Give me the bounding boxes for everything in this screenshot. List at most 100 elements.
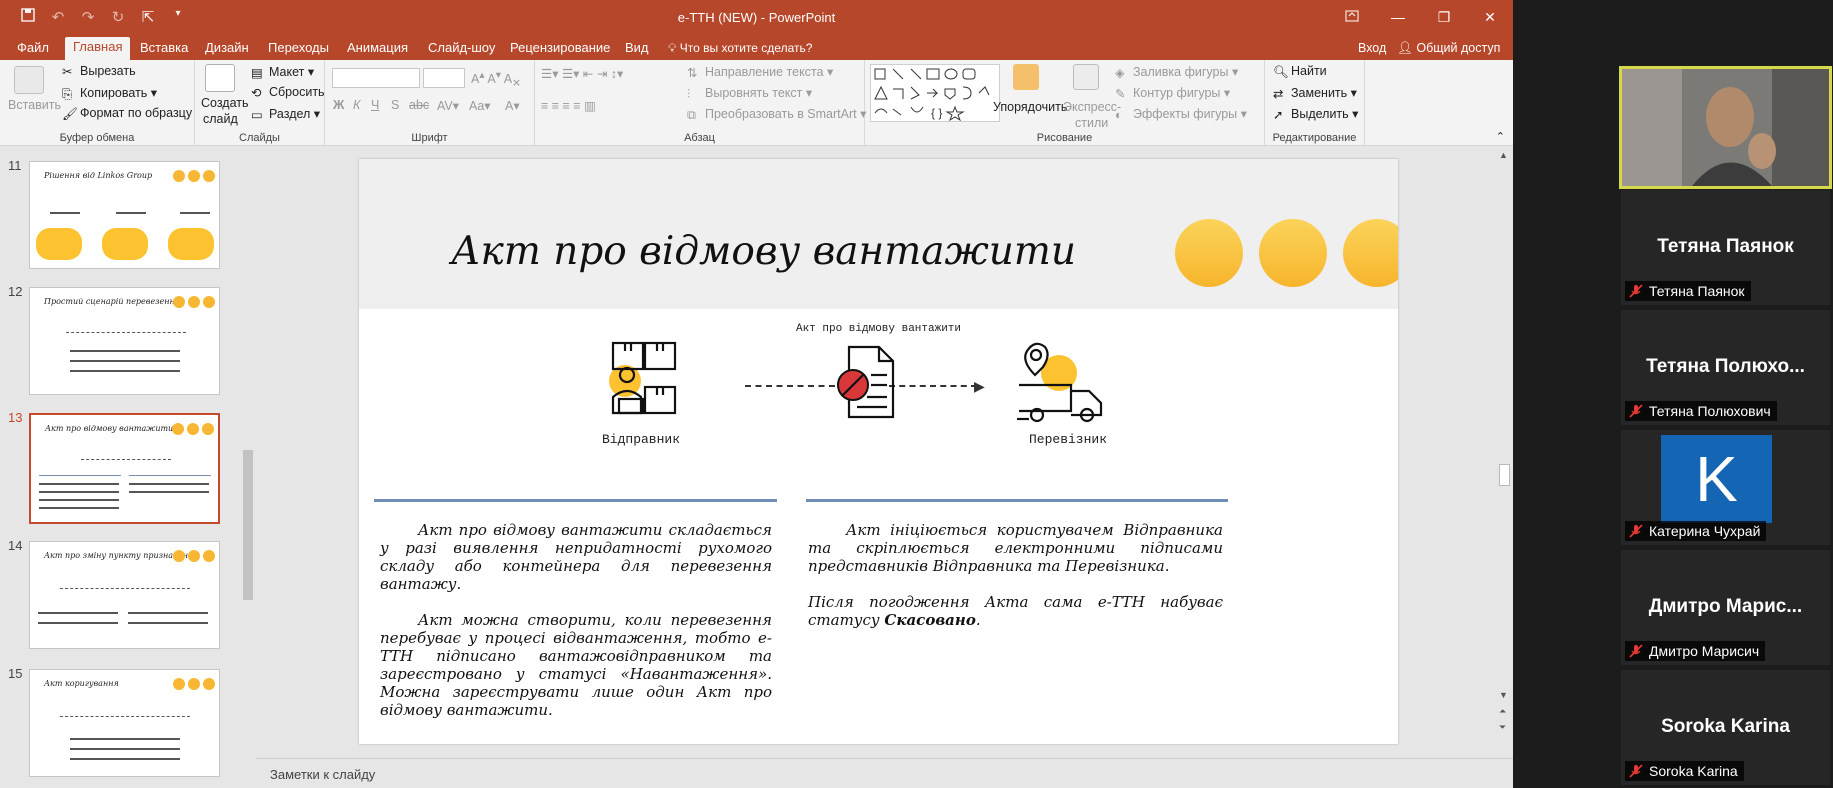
arrange-icon[interactable] bbox=[1013, 64, 1039, 90]
scroll-up-icon[interactable]: ▲ bbox=[1499, 150, 1508, 160]
shadow-icon[interactable]: S bbox=[391, 98, 399, 112]
paragraph-label: Абзац bbox=[684, 132, 715, 144]
right-text-box[interactable]: Акт ініціюється користувачем Відправника… bbox=[808, 521, 1223, 647]
shapes-gallery[interactable]: { } bbox=[870, 64, 1000, 122]
window-controls: — ❐ ✕ bbox=[1329, 0, 1513, 34]
tell-me-box[interactable]: 💡︎ Что вы хотите сделать? bbox=[668, 41, 812, 56]
thumb-title: Рішення від Linkos Group bbox=[44, 171, 153, 180]
shape-effects-button[interactable]: ◐ Эффекты фигуры ▾ bbox=[1115, 106, 1247, 122]
tab-file[interactable]: Файл bbox=[9, 38, 57, 60]
scroll-down-icon[interactable]: ▼ bbox=[1499, 690, 1508, 700]
find-button[interactable]: 🔍︎ Найти bbox=[1273, 64, 1327, 79]
reset-button[interactable]: ⟲ Сбросить bbox=[251, 85, 325, 100]
copy-button[interactable]: ⎘ Копировать ▾ bbox=[62, 85, 157, 101]
bold-icon[interactable]: Ж bbox=[333, 98, 344, 112]
replace-button[interactable]: ⇄ Заменить ▾ bbox=[1273, 85, 1357, 101]
thumbnail-slide-14[interactable]: Акт про зміну пункту призначення bbox=[29, 541, 220, 649]
signin-link[interactable]: Вход bbox=[1358, 41, 1386, 55]
close-icon[interactable]: ✕ bbox=[1467, 0, 1513, 34]
editor-scrollbar[interactable]: ▲ ▼ ⏶ ⏷ bbox=[1496, 146, 1513, 758]
sender-boxes-icon bbox=[605, 341, 685, 421]
participant-tile[interactable]: K Катерина Чухрай bbox=[1621, 430, 1830, 545]
section-button[interactable]: ▭ Раздел ▾ bbox=[251, 106, 320, 122]
thumbnail-slide-13[interactable]: Акт про відмову вантажити bbox=[29, 413, 220, 524]
format-painter-button[interactable]: 🖌︎ Формат по образцу bbox=[62, 106, 192, 121]
thumbnail-scroll-thumb[interactable] bbox=[243, 450, 253, 600]
participant-tile[interactable]: Тетяна Полюхо... Тетяна Полюхович bbox=[1621, 310, 1830, 425]
current-slide[interactable]: Акт про відмову вантажити Акт про відмов… bbox=[359, 159, 1398, 744]
new-slide-dropdown[interactable]: слайд bbox=[203, 112, 238, 126]
muted-mic-icon bbox=[1629, 403, 1643, 418]
shape-fill-button[interactable]: ◈ Заливка фигуры ▾ bbox=[1115, 64, 1238, 80]
paste-icon[interactable] bbox=[14, 66, 44, 94]
connector-line bbox=[745, 385, 835, 387]
align-icons[interactable]: ≡ ≡ ≡ ≡ ▥ bbox=[541, 98, 596, 113]
font-family-select[interactable] bbox=[332, 68, 420, 88]
thumb-number: 11 bbox=[8, 158, 22, 173]
quick-styles-button[interactable]: Экспресс- bbox=[1063, 100, 1121, 114]
prev-slide-icon[interactable]: ⏶ bbox=[1499, 706, 1506, 717]
participant-tile-name: Тетяна Паянок bbox=[1657, 236, 1794, 257]
thumbnail-slide-15[interactable]: Акт коригування bbox=[29, 669, 220, 777]
layout-button[interactable]: ▤ Макет ▾ bbox=[251, 64, 314, 80]
tab-transitions[interactable]: Переходы bbox=[260, 38, 337, 60]
share-button[interactable]: 👤︎ Общий доступ bbox=[1397, 41, 1500, 56]
new-slide-button[interactable]: Создать bbox=[201, 96, 249, 110]
tab-slideshow[interactable]: Слайд-шоу bbox=[420, 38, 503, 60]
next-slide-icon[interactable]: ⏷ bbox=[1499, 722, 1506, 733]
font-grow-icon[interactable]: A▴ A▾ A✕ bbox=[471, 69, 521, 90]
collapse-ribbon-icon[interactable]: ⌃ bbox=[1496, 130, 1505, 143]
quick-styles-label: стили bbox=[1075, 116, 1109, 130]
layout-icon: ▤ bbox=[251, 66, 263, 80]
tab-home[interactable]: Главная bbox=[65, 37, 131, 60]
participant-tile-name: Soroka Karina bbox=[1661, 716, 1790, 737]
maximize-icon[interactable]: ❐ bbox=[1421, 0, 1467, 34]
underline-icon[interactable]: Ч bbox=[371, 98, 379, 112]
thumbnail-scrollbar[interactable] bbox=[241, 146, 255, 788]
shape-outline-button[interactable]: ✎ Контур фигуры ▾ bbox=[1115, 85, 1230, 101]
participant-label: Soroka Karina bbox=[1625, 761, 1744, 781]
strikethrough-icon[interactable]: abc bbox=[409, 98, 429, 112]
participant-tile[interactable]: Тетяна Паянок Тетяна Паянок bbox=[1621, 190, 1830, 305]
participant-tile-name: Тетяна Полюхо... bbox=[1646, 356, 1805, 377]
right-divider bbox=[806, 499, 1228, 502]
arrange-button[interactable]: Упорядочить bbox=[993, 100, 1067, 114]
italic-icon[interactable]: К bbox=[353, 98, 360, 112]
participant-tile[interactable]: Soroka Karina Soroka Karina bbox=[1621, 670, 1830, 785]
active-speaker-video[interactable] bbox=[1619, 66, 1832, 189]
left-text-box[interactable]: Акт про відмову вантажити складається у … bbox=[380, 521, 772, 737]
text-direction-button[interactable]: ⇅ Направление текста ▾ bbox=[687, 64, 833, 80]
notes-placeholder: Заметки к слайду bbox=[270, 767, 376, 782]
notes-pane[interactable]: Заметки к слайду bbox=[256, 758, 1513, 788]
case-icon[interactable]: Aa▾ bbox=[469, 98, 491, 113]
font-color-icon[interactable]: A▾ bbox=[505, 98, 520, 113]
section-icon: ▭ bbox=[251, 108, 263, 122]
thumbnail-slide-12[interactable]: Простий сценарій перевезення bbox=[29, 287, 220, 395]
tab-design[interactable]: Дизайн bbox=[197, 38, 257, 60]
paste-button[interactable]: Вставить bbox=[8, 98, 61, 112]
tab-review[interactable]: Рецензирование bbox=[502, 38, 618, 60]
editor-scroll-thumb[interactable] bbox=[1499, 464, 1510, 486]
tab-insert[interactable]: Вставка bbox=[132, 38, 196, 60]
slide-editor: Акт про відмову вантажити Акт про відмов… bbox=[256, 146, 1496, 758]
select-button[interactable]: ➚ Выделить ▾ bbox=[1273, 106, 1358, 122]
align-text-button[interactable]: ⫶ Выровнять текст ▾ bbox=[687, 85, 812, 101]
editing-label: Редактирование bbox=[1272, 132, 1357, 144]
bullets-icon[interactable]: ☰▾ ☰▾ ⇤ ⇥ ↕▾ bbox=[541, 66, 623, 81]
decor-circle bbox=[1259, 219, 1327, 287]
left-paragraph-2: Акт можна створити, коли перевезення пер… bbox=[380, 611, 772, 719]
tab-view[interactable]: Вид bbox=[617, 38, 657, 60]
new-slide-icon[interactable] bbox=[205, 64, 235, 92]
participant-tile[interactable]: Дмитро Марис... Дмитро Марисич bbox=[1621, 550, 1830, 665]
quick-styles-icon[interactable] bbox=[1073, 64, 1099, 90]
group-clipboard: Вставить ✂ Вырезать ⎘ Копировать ▾ 🖌︎ Форма… bbox=[0, 60, 195, 146]
minimize-icon[interactable]: — bbox=[1375, 0, 1421, 34]
font-size-select[interactable] bbox=[423, 68, 465, 88]
smartart-button[interactable]: ⧉ Преобразовать в SmartArt ▾ bbox=[687, 106, 866, 122]
slide-title[interactable]: Акт про відмову вантажити bbox=[451, 229, 1076, 274]
cut-button[interactable]: ✂ Вырезать bbox=[62, 64, 136, 79]
tab-animation[interactable]: Анимация bbox=[339, 38, 416, 60]
ribbon-display-options-icon[interactable] bbox=[1329, 0, 1375, 34]
thumbnail-slide-11[interactable]: Рішення від Linkos Group bbox=[29, 161, 220, 269]
spacing-icon[interactable]: AV▾ bbox=[437, 98, 459, 113]
